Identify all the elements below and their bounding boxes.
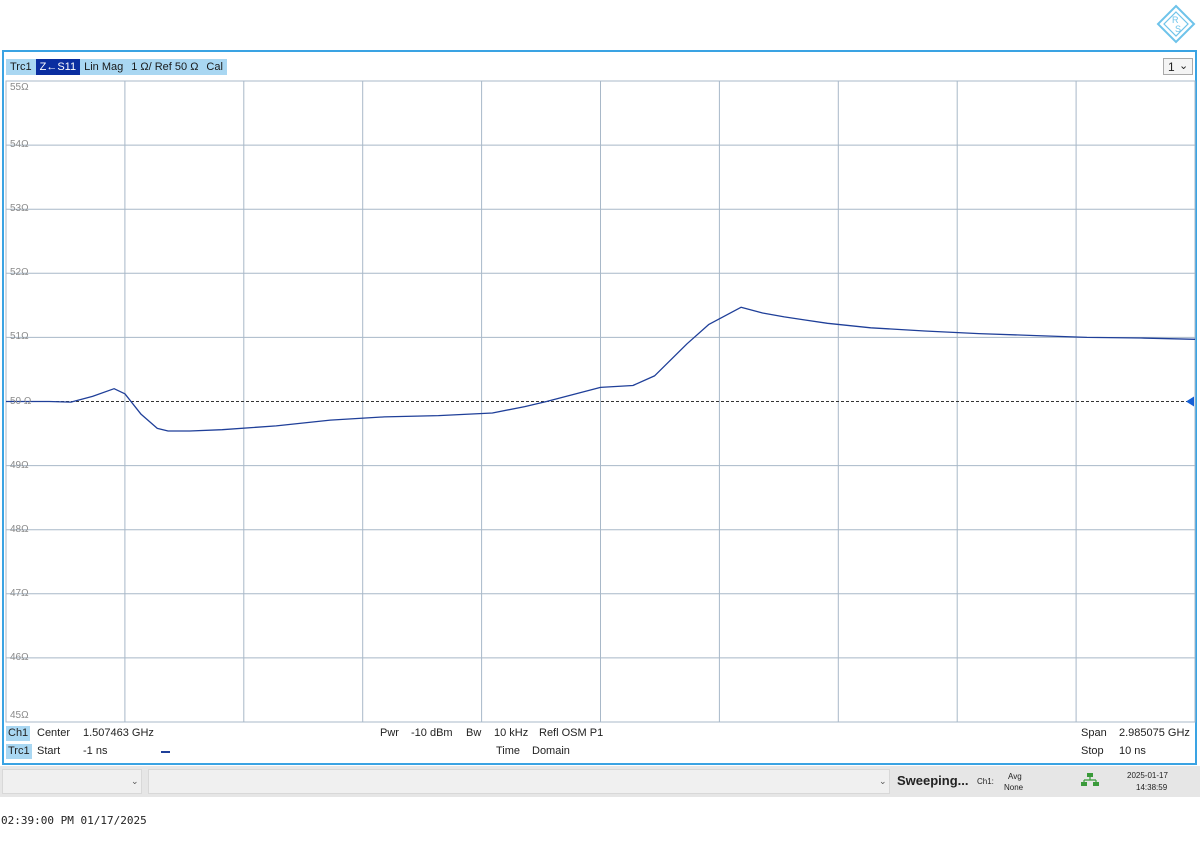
trace-line-swatch: [161, 751, 170, 753]
reference-marker: [1186, 396, 1194, 407]
pwr-label: Pwr: [380, 727, 399, 739]
status-channel: Ch1:: [977, 777, 994, 786]
chart-plot: [5, 80, 1196, 723]
y-tick-label: 50 Ω: [10, 395, 32, 407]
start-value[interactable]: -1 ns: [83, 745, 107, 757]
chevron-down-icon: ⌄: [879, 776, 887, 786]
center-label: Center: [37, 727, 71, 739]
span-value[interactable]: 2.985075 GHz: [1119, 727, 1190, 739]
y-tick-label: 52Ω: [10, 267, 29, 279]
y-tick-label: 49Ω: [10, 459, 29, 471]
status-date: 2025-01-17: [1127, 771, 1168, 780]
status-bar: ⌄ ⌄: [0, 766, 1200, 797]
softkey-field-left[interactable]: [2, 769, 142, 794]
status-avg-label: Avg: [1008, 772, 1022, 781]
pwr-value[interactable]: -10 dBm: [411, 727, 453, 739]
time-label: Time: [496, 745, 521, 757]
network-icon: [1081, 773, 1099, 786]
y-tick-label: 53Ω: [10, 203, 29, 215]
y-tick-label: 46Ω: [10, 651, 29, 663]
start-label: Start: [37, 745, 61, 757]
status-time: 14:38:59: [1136, 783, 1168, 792]
channel-tag[interactable]: Ch1: [6, 726, 31, 741]
chevron-down-icon: ⌄: [131, 776, 139, 786]
refl-label[interactable]: Refl OSM P1: [539, 727, 603, 739]
domain-label: Domain: [532, 745, 570, 757]
bw-value[interactable]: 10 kHz: [494, 727, 528, 739]
sweep-status: Sweeping...: [897, 773, 969, 788]
y-tick-label: 55Ω: [10, 82, 29, 93]
status-avg-value: None: [1004, 783, 1024, 792]
center-value[interactable]: 1.507463 GHz: [83, 727, 154, 739]
y-tick-label: 47Ω: [10, 587, 29, 599]
capture-timestamp: 02:39:00 PM 01/17/2025: [1, 814, 147, 827]
softkey-field-main[interactable]: [148, 769, 890, 794]
stop-value[interactable]: 10 ns: [1119, 745, 1146, 757]
bw-label: Bw: [466, 727, 482, 739]
y-tick-label: 54Ω: [10, 139, 29, 151]
y-tick-label: 45Ω: [10, 710, 29, 721]
trace-tag[interactable]: Trc1: [6, 744, 32, 759]
y-tick-label: 51Ω: [10, 331, 29, 343]
stop-label: Stop: [1081, 745, 1104, 757]
y-tick-label: 48Ω: [10, 523, 29, 535]
span-label: Span: [1081, 727, 1107, 739]
